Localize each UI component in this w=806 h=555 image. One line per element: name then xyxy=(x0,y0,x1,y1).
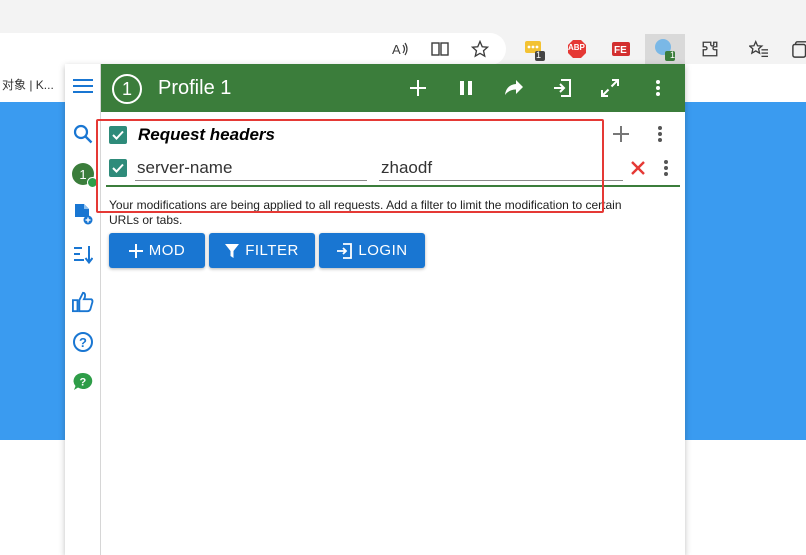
fe-helper-icon[interactable]: FE xyxy=(608,36,634,62)
extension-notes-icon[interactable] xyxy=(521,36,547,62)
profile-number-badge[interactable]: 1 xyxy=(112,74,142,104)
profile-number: 1 xyxy=(121,78,132,99)
reader-view-icon[interactable] xyxy=(427,36,453,62)
search-icon[interactable] xyxy=(71,122,95,146)
add-filter-button[interactable]: FILTER xyxy=(209,233,315,268)
annotation-highlight-box xyxy=(96,119,604,213)
mod-more-icon[interactable] xyxy=(648,122,672,146)
svg-text:?: ? xyxy=(80,377,87,389)
filter-icon xyxy=(225,243,240,258)
pause-icon[interactable] xyxy=(454,76,478,100)
add-header-plus-icon[interactable] xyxy=(609,122,633,146)
add-mod-plus-icon[interactable] xyxy=(406,76,430,100)
login-label: LOGIN xyxy=(358,242,408,259)
profile-avatar-number: 1 xyxy=(79,166,87,182)
thumbs-up-icon[interactable] xyxy=(71,290,95,314)
adblock-label: ABP xyxy=(568,43,585,52)
extension-badge-1: 1 xyxy=(536,50,542,60)
login-button[interactable]: LOGIN xyxy=(319,233,425,268)
menu-icon[interactable] xyxy=(71,74,95,98)
extensions-puzzle-icon[interactable] xyxy=(697,36,723,62)
plus-icon xyxy=(128,243,143,258)
header-more-icon[interactable] xyxy=(654,156,678,180)
extension-badge-2: 1 xyxy=(670,50,676,60)
tab-title[interactable]: 对象 | K... xyxy=(2,76,54,93)
svg-text:?: ? xyxy=(79,335,87,350)
help-icon[interactable]: ? xyxy=(71,330,95,354)
share-icon[interactable] xyxy=(502,76,526,100)
delete-header-close-icon[interactable] xyxy=(626,156,650,180)
sort-icon[interactable] xyxy=(71,242,95,266)
feedback-icon[interactable]: ? xyxy=(71,370,95,394)
add-filter-label: FILTER xyxy=(245,242,299,259)
expand-icon[interactable] xyxy=(598,76,622,100)
more-vert-icon[interactable] xyxy=(646,76,670,100)
svg-text:A: A xyxy=(392,42,401,57)
add-mod-button[interactable]: MOD xyxy=(109,233,205,268)
add-mod-label: MOD xyxy=(148,242,186,259)
svg-text:FE: FE xyxy=(614,45,627,56)
favorite-star-icon[interactable] xyxy=(467,36,493,62)
favorites-list-icon[interactable] xyxy=(746,36,772,62)
add-profile-icon[interactable] xyxy=(71,202,95,226)
collections-icon[interactable] xyxy=(788,36,806,62)
login-icon xyxy=(337,242,353,259)
read-aloud-icon[interactable]: A xyxy=(388,36,414,62)
import-icon[interactable] xyxy=(550,76,574,100)
profile-avatar[interactable]: 1 xyxy=(71,162,98,188)
profile-title[interactable]: Profile 1 xyxy=(158,77,231,100)
